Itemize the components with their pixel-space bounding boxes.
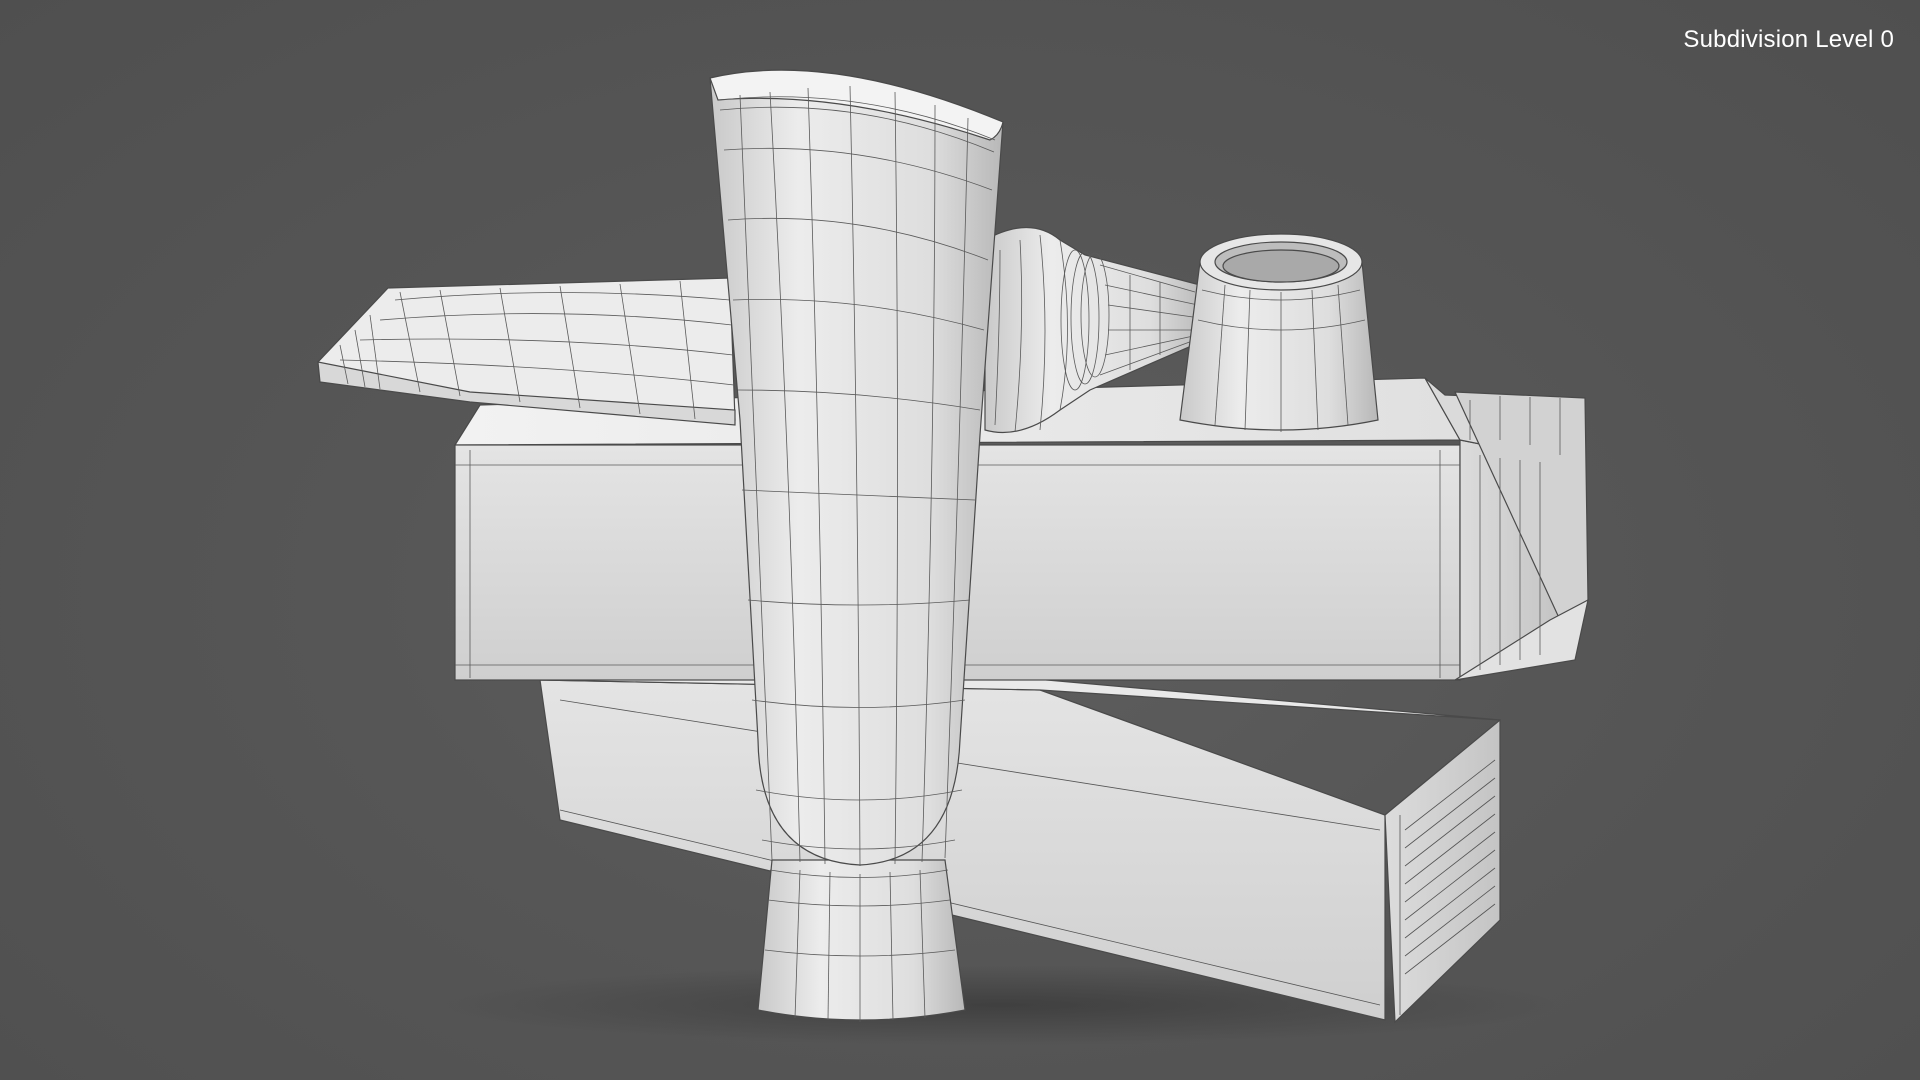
scene-render	[317, 69, 1589, 1045]
tube-cap	[1179, 233, 1379, 432]
subdivision-level-label: Subdivision Level 0	[1683, 26, 1894, 53]
render-viewport: Subdivision Level 0	[0, 0, 1920, 1080]
ground-shadow	[440, 965, 1560, 1045]
